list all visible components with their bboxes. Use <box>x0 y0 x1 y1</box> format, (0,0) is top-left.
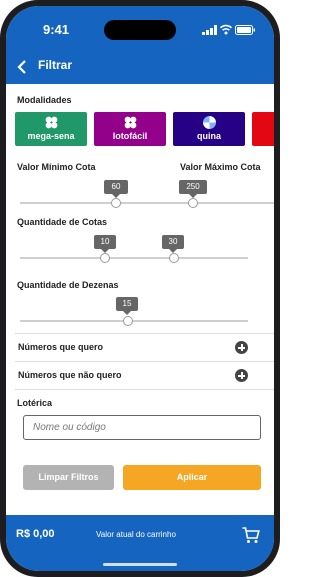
modalidade-label: quina <box>197 131 221 141</box>
plus-circle-icon[interactable] <box>235 369 248 382</box>
cotas-min-bubble: 10 <box>94 235 116 253</box>
cota-slider-track[interactable] <box>20 202 274 204</box>
cart-total: R$ 0,00 <box>16 528 55 540</box>
valor-maximo-label: Valor Máximo Cota <box>180 162 261 172</box>
plus-circle-icon[interactable] <box>235 341 248 354</box>
app-header: Filtrar <box>6 50 274 84</box>
modalidades-carousel[interactable]: mega-sena lotofácil quina <box>15 112 274 146</box>
modalidade-next[interactable] <box>252 112 274 146</box>
cotas-min-thumb[interactable] <box>100 253 110 263</box>
modalidades-label: Modalidades <box>17 95 72 105</box>
signal-icon <box>202 25 217 35</box>
valor-minimo-label: Valor Mínimo Cota <box>17 162 96 172</box>
shopping-cart-icon[interactable] <box>242 527 260 544</box>
quantidade-dezenas-label: Quantidade de Dezenas <box>17 280 119 290</box>
app-screen: 9:41 Filtrar Modalidades mega-sena lotof… <box>6 6 274 571</box>
modalidade-label: mega-sena <box>27 131 75 141</box>
loterica-label: Lotérica <box>17 398 53 408</box>
clover-icon <box>124 116 137 129</box>
cotas-max-thumb[interactable] <box>169 253 179 263</box>
numeros-quero-label: Números que quero <box>18 342 104 352</box>
cart-caption: Valor atual do carrinho <box>96 530 176 539</box>
page-title: Filtrar <box>38 58 73 72</box>
numeros-nao-quero-row[interactable]: Números que não quero <box>6 362 274 390</box>
modalidade-lotofacil[interactable]: lotofácil <box>94 112 166 146</box>
cota-max-bubble: 250 <box>179 180 207 198</box>
modalidade-label: lotofácil <box>112 131 148 141</box>
modalidade-mega-sena[interactable]: mega-sena <box>15 112 87 146</box>
dynamic-island <box>104 20 176 40</box>
dezenas-thumb[interactable] <box>123 316 133 326</box>
clear-filters-button[interactable]: Limpar Filtros <box>23 465 114 490</box>
dezenas-slider-track[interactable] <box>20 320 248 322</box>
cotas-max-bubble: 30 <box>162 235 184 253</box>
numeros-quero-row[interactable]: Números que quero <box>6 334 274 362</box>
quantidade-cotas-label: Quantidade de Cotas <box>17 217 108 227</box>
apply-button[interactable]: Aplicar <box>123 465 261 490</box>
divider <box>15 389 274 390</box>
cota-min-bubble: 60 <box>104 180 128 198</box>
clover-icon <box>45 116 58 129</box>
cota-min-thumb[interactable] <box>111 198 121 208</box>
back-arrow-icon[interactable] <box>16 59 28 75</box>
modalidade-quina[interactable]: quina <box>173 112 245 146</box>
status-bar: 9:41 <box>6 6 274 50</box>
wifi-icon <box>220 24 232 35</box>
pinwheel-icon <box>203 116 216 129</box>
cart-footer: R$ 0,00 Valor atual do carrinho <box>6 515 274 571</box>
dezenas-bubble: 15 <box>116 297 138 315</box>
cota-max-thumb[interactable] <box>188 198 198 208</box>
numeros-nao-quero-label: Números que não quero <box>18 370 122 380</box>
battery-icon <box>235 25 255 35</box>
home-indicator <box>103 563 177 566</box>
loterica-search-input[interactable] <box>23 415 261 440</box>
status-time: 9:41 <box>43 22 70 37</box>
phone-frame: 9:41 Filtrar Modalidades mega-sena lotof… <box>0 0 280 577</box>
cotas-slider-track[interactable] <box>20 257 248 259</box>
